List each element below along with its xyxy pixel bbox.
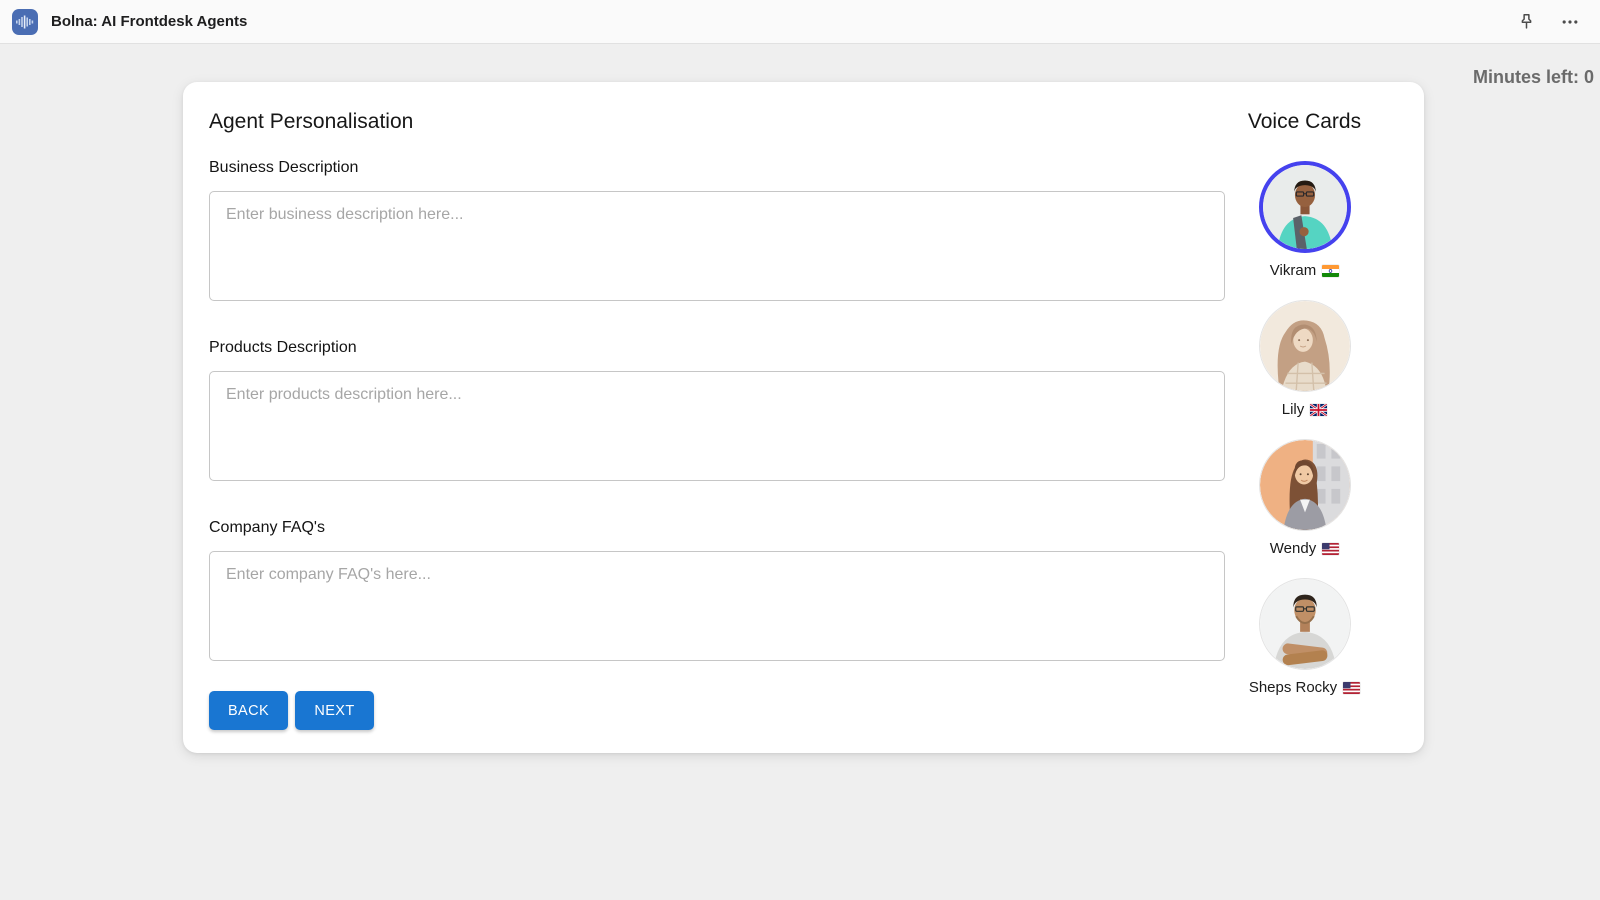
business-description-textarea[interactable] — [209, 191, 1225, 301]
waveform-logo-icon — [12, 9, 38, 35]
india-flag-icon — [1322, 265, 1339, 277]
voice-cards-title: Voice Cards — [1248, 106, 1361, 137]
products-description-textarea[interactable] — [209, 371, 1225, 481]
uk-flag-icon — [1310, 404, 1327, 416]
agent-personalisation-card: Agent Personalisation Business Descripti… — [183, 82, 1424, 753]
us-flag-icon — [1322, 543, 1339, 555]
voice-name-lily: Lily — [1282, 400, 1328, 419]
company-faqs-textarea[interactable] — [209, 551, 1225, 661]
voice-cards-column: Voice Cards — [1225, 106, 1384, 729]
avatar-sheps-rocky — [1259, 578, 1351, 670]
avatar-vikram — [1259, 161, 1351, 253]
back-button[interactable]: BACK — [209, 691, 288, 730]
voice-card-lily[interactable]: Lily — [1259, 300, 1351, 419]
avatar-lily — [1259, 300, 1351, 392]
form-actions: BACK NEXT — [209, 691, 1225, 730]
products-description-label: Products Description — [209, 337, 1225, 359]
minutes-left-status: Minutes left: 0 — [1473, 67, 1594, 88]
app-title: Bolna: AI Frontdesk Agents — [51, 13, 247, 30]
voice-card-wendy[interactable]: Wendy — [1259, 439, 1351, 558]
form-column: Agent Personalisation Business Descripti… — [209, 106, 1225, 729]
voice-name-vikram: Vikram — [1270, 261, 1339, 280]
voice-card-vikram[interactable]: Vikram — [1259, 161, 1351, 280]
top-bar: Bolna: AI Frontdesk Agents — [0, 0, 1600, 44]
ellipsis-icon[interactable] — [1556, 8, 1584, 36]
voice-name-sheps-rocky: Sheps Rocky — [1249, 678, 1360, 697]
next-button[interactable]: NEXT — [295, 691, 374, 730]
voice-card-sheps-rocky[interactable]: Sheps Rocky — [1249, 578, 1360, 697]
voice-name-wendy: Wendy — [1270, 539, 1339, 558]
page-title: Agent Personalisation — [209, 106, 1225, 137]
pin-icon[interactable] — [1513, 8, 1540, 35]
us-flag-icon — [1343, 682, 1360, 694]
business-description-label: Business Description — [209, 157, 1225, 179]
avatar-wendy — [1259, 439, 1351, 531]
company-faqs-label: Company FAQ's — [209, 517, 1225, 539]
